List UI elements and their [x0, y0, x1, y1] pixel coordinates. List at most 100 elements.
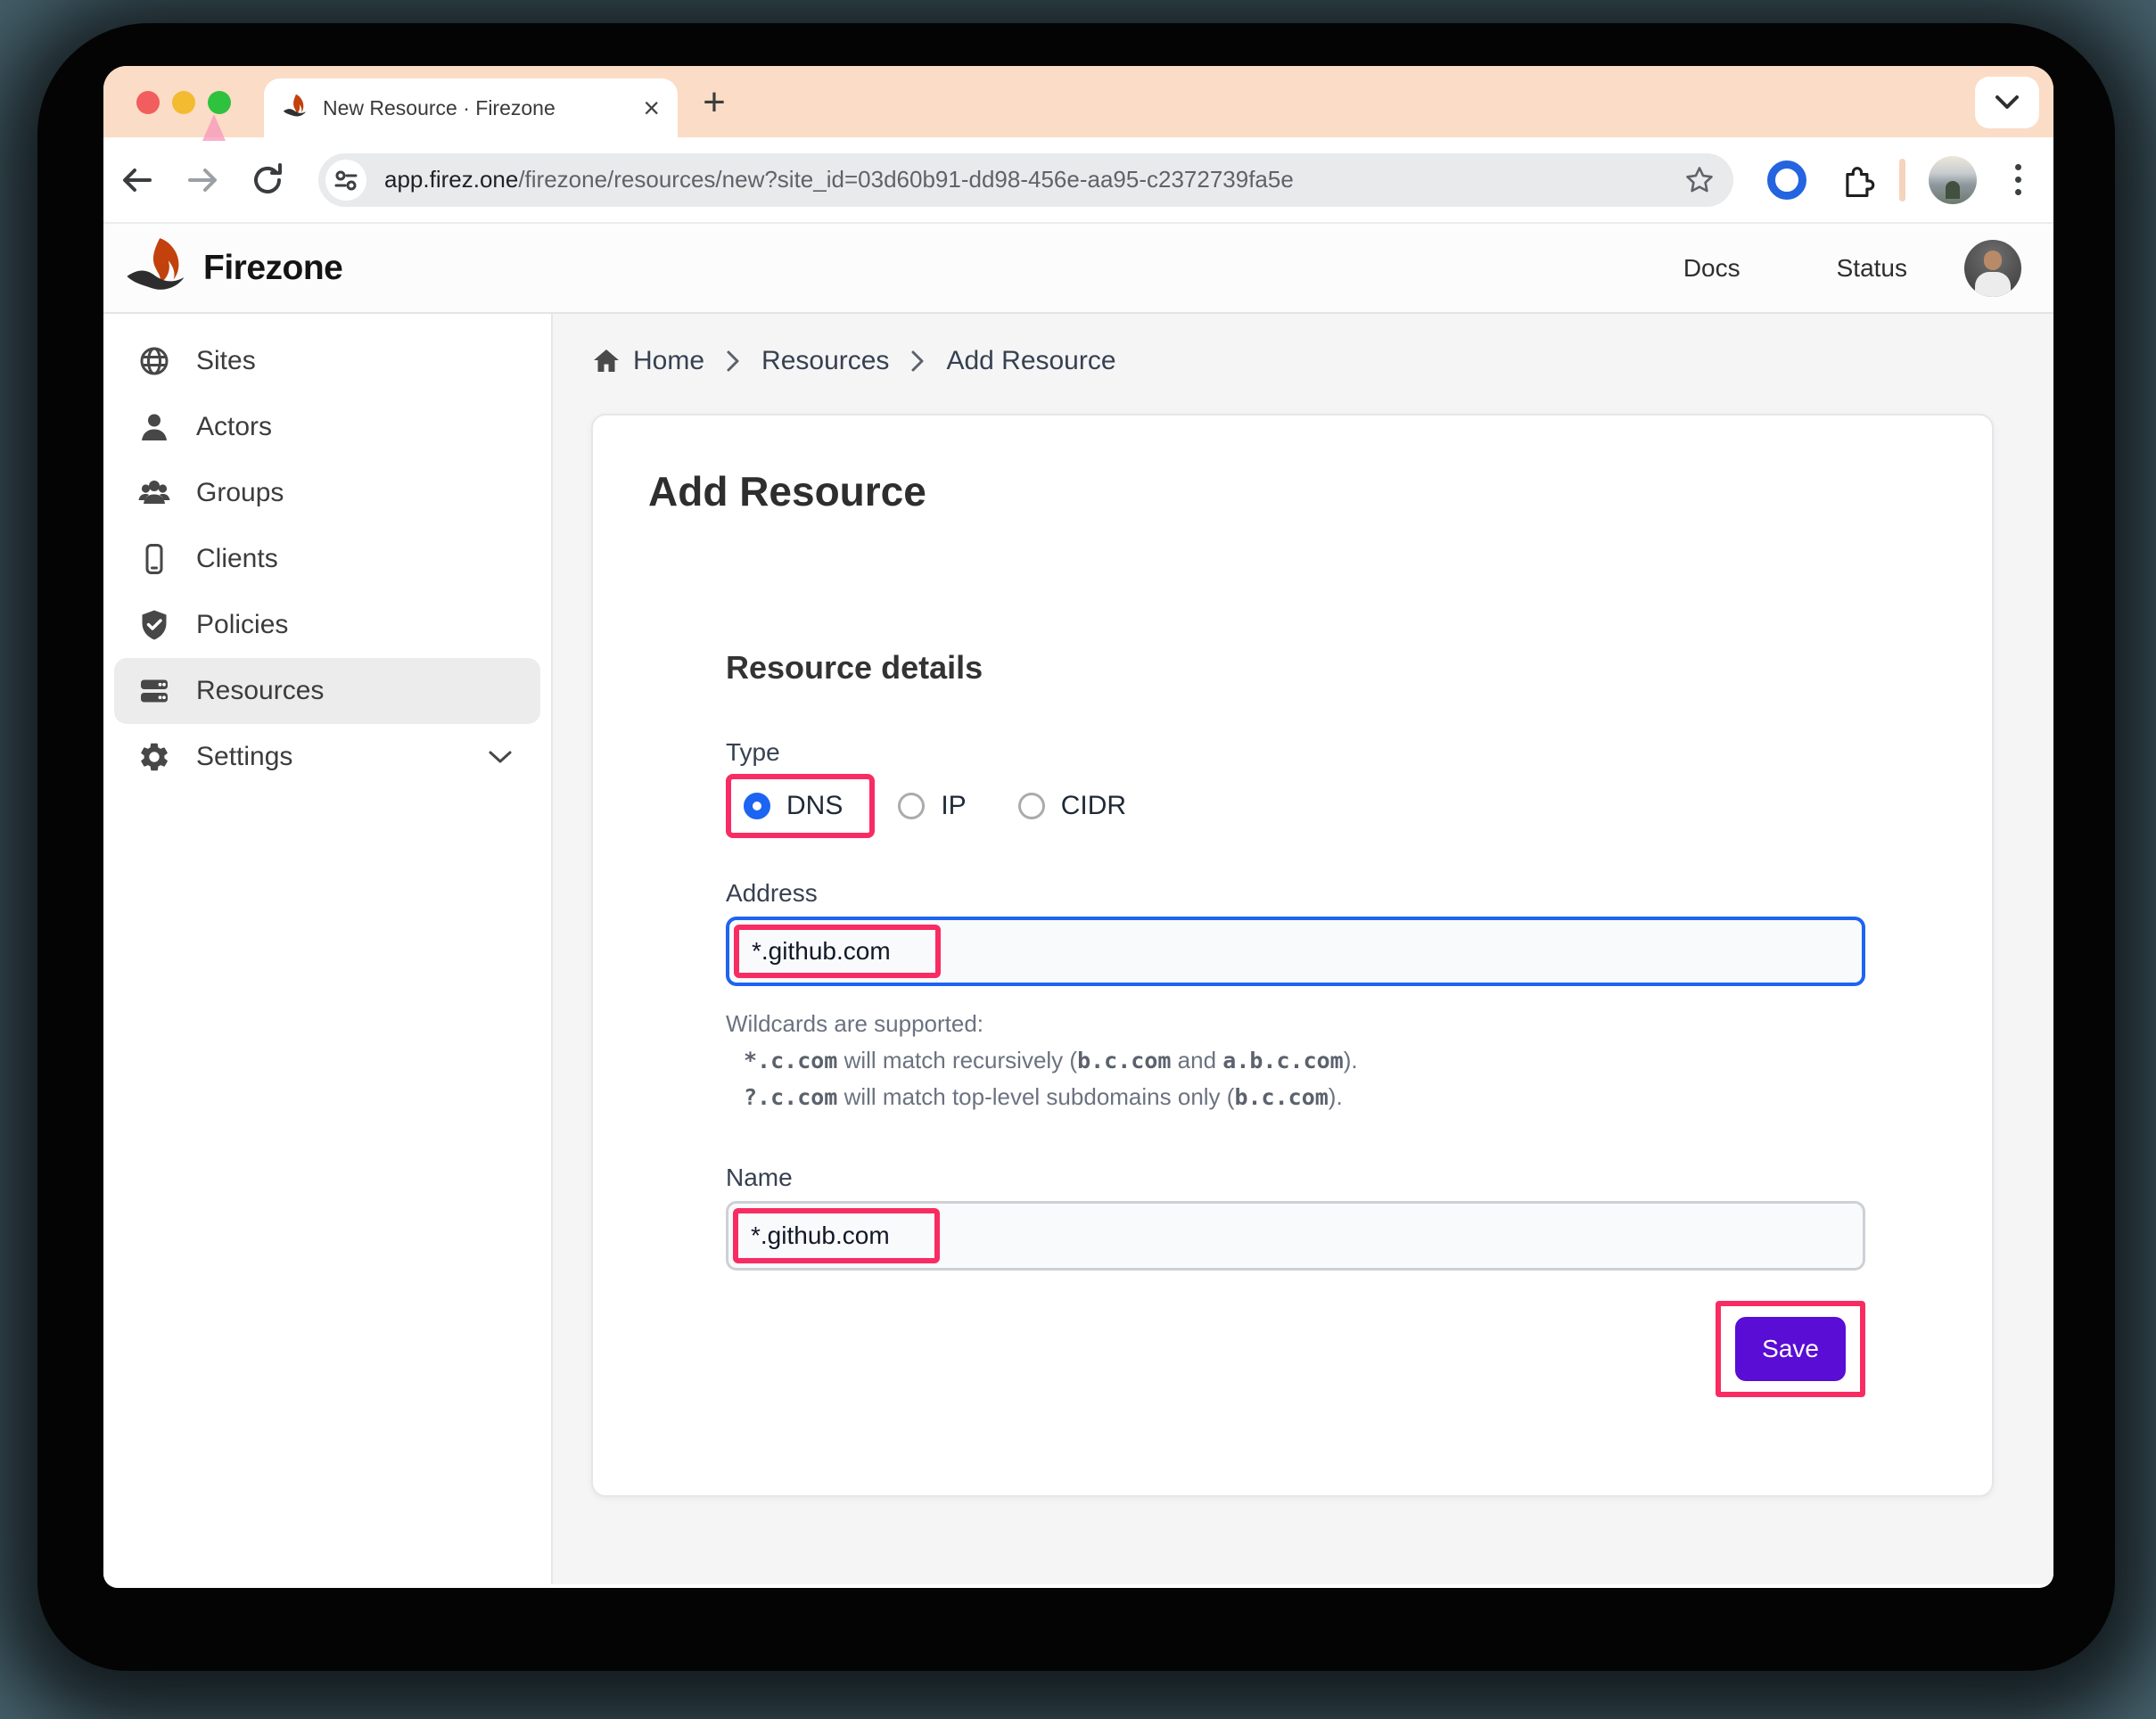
- sidebar-item-label: Groups: [196, 478, 284, 508]
- pink-triangle-artifact: [202, 114, 226, 141]
- radio-option-ip[interactable]: IP: [898, 791, 966, 821]
- help-intro: Wildcards are supported:: [726, 1010, 983, 1037]
- forward-arrow-icon: [185, 165, 220, 195]
- extensions-button[interactable]: [1837, 160, 1876, 200]
- radio-ip[interactable]: [898, 793, 925, 819]
- annotation-box-dns: DNS: [726, 774, 875, 838]
- new-tab-button[interactable]: +: [688, 77, 740, 128]
- star-icon: [1684, 165, 1715, 195]
- breadcrumb-add-resource: Add Resource: [946, 346, 1115, 376]
- chevron-right-icon: [910, 350, 925, 373]
- firezone-favicon-icon: [282, 93, 309, 124]
- kebab-dot: [2015, 189, 2021, 195]
- user-avatar[interactable]: [1964, 240, 2021, 297]
- sidebar-item-label: Policies: [196, 610, 288, 640]
- radio-option-cidr[interactable]: CIDR: [1018, 791, 1126, 821]
- back-arrow-icon: [119, 165, 155, 195]
- sidebar-item-actors[interactable]: Actors: [114, 394, 540, 460]
- sidebar: Sites Actors: [103, 314, 553, 1584]
- sidebar-item-label: Actors: [196, 412, 272, 442]
- minimize-window-button[interactable]: [172, 91, 195, 114]
- browser-tab[interactable]: New Resource · Firezone ×: [264, 78, 678, 137]
- sidebar-item-sites[interactable]: Sites: [114, 328, 540, 394]
- url-text[interactable]: app.firez.one/firezone/resources/new?sit…: [384, 166, 1680, 193]
- chevron-down-icon: [1992, 93, 2022, 112]
- brand-title: Firezone: [203, 249, 342, 288]
- traffic-lights: [136, 91, 231, 114]
- forward-button[interactable]: [181, 159, 224, 202]
- back-button[interactable]: [116, 159, 159, 202]
- section-title: Resource details: [726, 649, 1865, 687]
- name-input[interactable]: *.github.com: [726, 1201, 1865, 1271]
- sidebar-item-resources[interactable]: Resources: [114, 658, 540, 724]
- form-actions: Save: [726, 1301, 1865, 1397]
- breadcrumb-home[interactable]: Home: [592, 346, 704, 376]
- site-settings-button[interactable]: [325, 160, 366, 201]
- zoom-window-button[interactable]: [208, 91, 231, 114]
- nav-link-status[interactable]: Status: [1837, 254, 1907, 283]
- reload-button[interactable]: [246, 159, 289, 202]
- radio-dns-label[interactable]: DNS: [786, 791, 843, 821]
- radio-cidr[interactable]: [1018, 793, 1045, 819]
- kebab-dot: [2015, 164, 2021, 170]
- sidebar-item-settings[interactable]: Settings: [114, 724, 540, 790]
- shield-check-icon: [137, 608, 171, 642]
- bookmark-button[interactable]: [1680, 160, 1719, 200]
- page-title: Add Resource: [648, 467, 1937, 515]
- url-bar[interactable]: app.firez.one/firezone/resources/new?sit…: [318, 153, 1733, 207]
- help-line-toplevel: ?.c.com will match top-level subdomains …: [726, 1079, 1865, 1115]
- toolbar-separator: [1899, 159, 1905, 202]
- sidebar-item-policies[interactable]: Policies: [114, 592, 540, 658]
- help-line-recursive: *.c.com will match recursively (b.c.com …: [726, 1042, 1865, 1079]
- tab-title: New Resource · Firezone: [323, 96, 629, 120]
- reload-icon: [250, 162, 285, 198]
- gear-icon: [137, 740, 171, 774]
- sidebar-item-label: Sites: [196, 346, 256, 376]
- puzzle-icon: [1837, 160, 1876, 200]
- mobile-icon: [137, 542, 171, 576]
- radio-dns[interactable]: [744, 793, 770, 819]
- sidebar-item-clients[interactable]: Clients: [114, 526, 540, 592]
- app-body: Sites Actors: [103, 314, 2053, 1584]
- save-button[interactable]: Save: [1735, 1317, 1846, 1381]
- tab-close-icon[interactable]: ×: [643, 94, 660, 122]
- address-label: Address: [726, 879, 1865, 908]
- home-icon: [592, 348, 621, 374]
- type-label: Type: [726, 738, 1865, 767]
- chevron-right-icon: [726, 350, 740, 373]
- wildcards-help-text: Wildcards are supported: *.c.com will ma…: [726, 1006, 1865, 1115]
- breadcrumb-resources[interactable]: Resources: [761, 346, 889, 376]
- nav-link-docs[interactable]: Docs: [1683, 254, 1740, 283]
- address-value: *.github.com: [752, 937, 891, 966]
- header-nav: Docs Status: [1587, 240, 2021, 297]
- toolbar-right-group: [1742, 156, 2036, 204]
- name-label: Name: [726, 1164, 1865, 1192]
- tab-search-button[interactable]: [1975, 77, 2039, 128]
- radio-cidr-label[interactable]: CIDR: [1061, 791, 1126, 821]
- browser-window: New Resource · Firezone × +: [103, 66, 2053, 1588]
- name-value: *.github.com: [751, 1221, 890, 1250]
- address-input[interactable]: *.github.com: [726, 917, 1865, 986]
- sidebar-item-label: Clients: [196, 544, 278, 574]
- password-manager-extension-icon[interactable]: [1767, 160, 1806, 200]
- person-icon: [137, 410, 171, 444]
- sidebar-item-groups[interactable]: Groups: [114, 460, 540, 526]
- tune-icon: [333, 168, 358, 193]
- globe-icon: [137, 344, 171, 378]
- add-resource-card: Add Resource Resource details Type DNS I…: [591, 414, 1994, 1497]
- radio-ip-label[interactable]: IP: [941, 791, 966, 821]
- browser-toolbar: app.firez.one/firezone/resources/new?sit…: [103, 137, 2053, 224]
- browser-profile-avatar[interactable]: [1929, 156, 1977, 204]
- main-content: Home Resources Add Resource Add Resource…: [553, 314, 2053, 1584]
- firezone-logo-icon: [125, 238, 193, 298]
- breadcrumb: Home Resources Add Resource: [592, 346, 2053, 376]
- url-domain: app.firez.one: [384, 166, 518, 193]
- kebab-dot: [2015, 177, 2021, 183]
- annotation-box-name: *.github.com: [733, 1208, 940, 1263]
- server-stack-icon: [137, 674, 171, 708]
- browser-menu-button[interactable]: [2000, 164, 2036, 195]
- sidebar-item-label: Resources: [196, 676, 324, 706]
- app-header: Firezone Docs Status: [103, 224, 2053, 314]
- chevron-down-icon: [487, 749, 514, 765]
- close-window-button[interactable]: [136, 91, 160, 114]
